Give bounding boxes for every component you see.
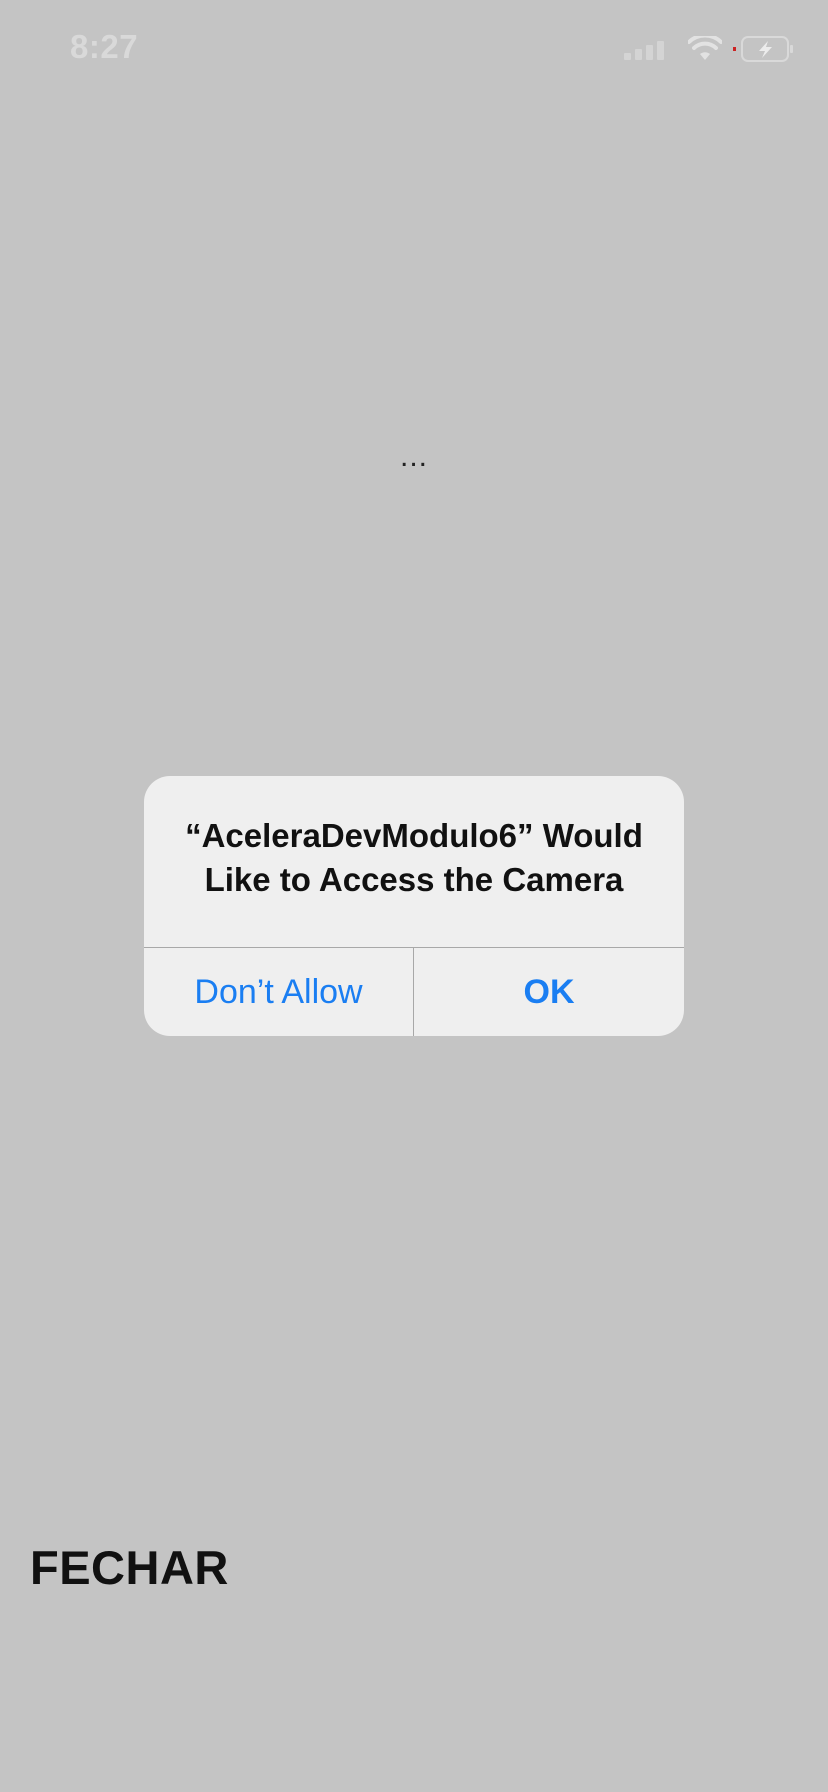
- wifi-icon: [688, 36, 722, 60]
- status-bar: 8:27: [0, 0, 828, 100]
- status-time: 8:27: [70, 28, 139, 65]
- close-button[interactable]: FECHAR: [30, 1540, 229, 1595]
- signal-icon: [624, 41, 664, 60]
- dont-allow-button[interactable]: Don’t Allow: [144, 948, 413, 1036]
- ok-button[interactable]: OK: [414, 948, 684, 1036]
- battery-charging-icon: [733, 36, 793, 62]
- alert-title: “AceleraDevModulo6” Would Like to Access…: [185, 817, 643, 898]
- loading-indicator: ...: [399, 440, 428, 473]
- status-icons: [624, 32, 796, 66]
- camera-permission-alert: “AceleraDevModulo6” Would Like to Access…: [144, 776, 684, 1036]
